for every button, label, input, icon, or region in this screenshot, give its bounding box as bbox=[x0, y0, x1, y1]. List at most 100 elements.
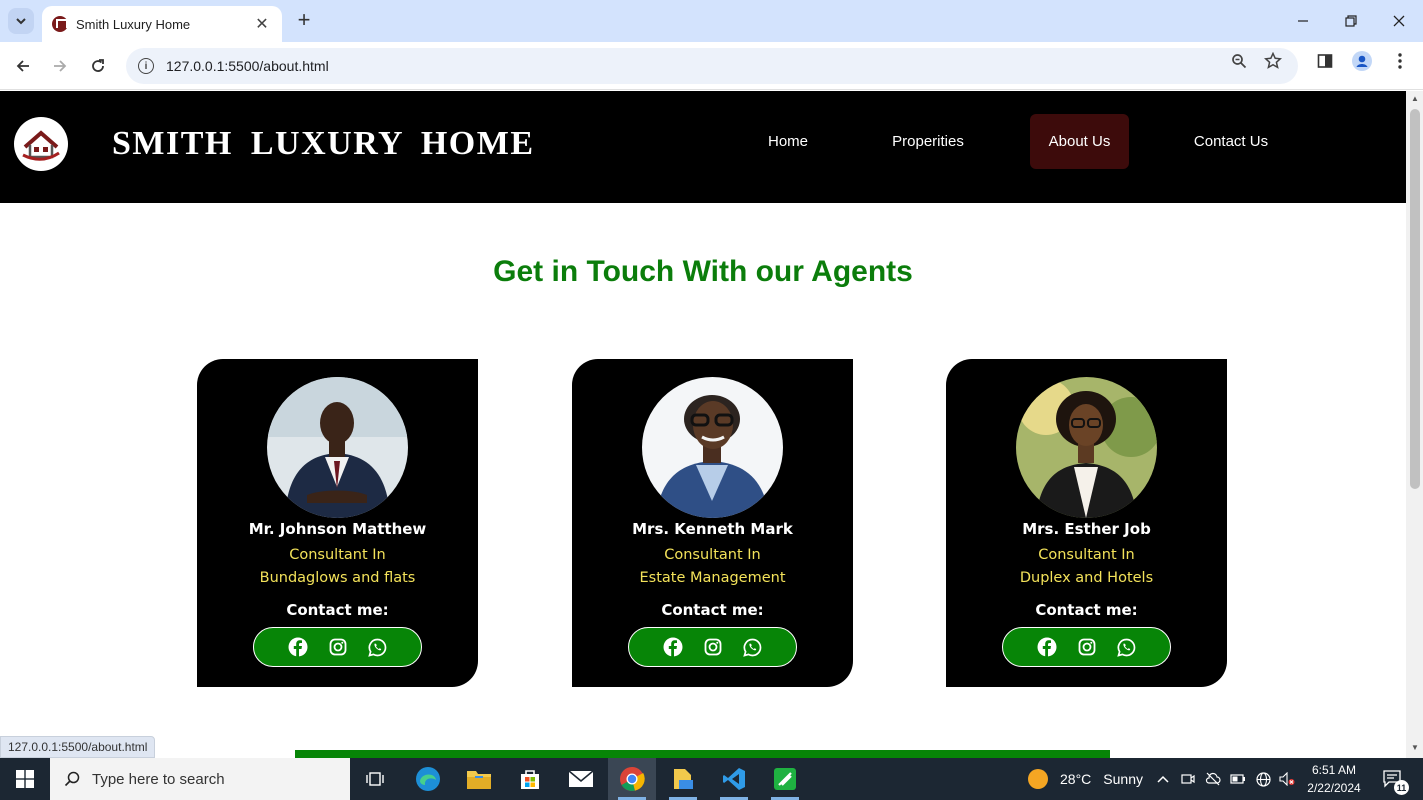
taskbar-clock[interactable]: 6:51 AM 2/22/2024 bbox=[1300, 761, 1368, 797]
meet-now-icon[interactable] bbox=[1178, 758, 1198, 800]
volume-muted-icon[interactable] bbox=[1277, 758, 1297, 800]
cloud-offline-icon[interactable] bbox=[1203, 758, 1223, 800]
whatsapp-icon[interactable] bbox=[743, 637, 763, 657]
restore-button[interactable] bbox=[1327, 0, 1375, 42]
social-links bbox=[628, 627, 797, 667]
taskbar-edge[interactable] bbox=[404, 758, 452, 800]
taskbar-green-app[interactable] bbox=[761, 758, 809, 800]
agent-role-line1: Consultant In bbox=[1038, 547, 1135, 563]
instagram-icon[interactable] bbox=[703, 637, 723, 657]
browser-tabstrip: Smith Luxury Home ✕ + bbox=[0, 0, 1423, 42]
taskbar-mail[interactable] bbox=[557, 758, 605, 800]
site-logo[interactable] bbox=[14, 117, 68, 171]
instagram-icon[interactable] bbox=[328, 637, 348, 657]
address-bar[interactable]: i 127.0.0.1:5500/about.html bbox=[126, 48, 1298, 84]
social-links bbox=[1002, 627, 1171, 667]
close-icon bbox=[1393, 15, 1405, 27]
agent-card: Mrs. Esther Job Consultant In Duplex and… bbox=[946, 359, 1227, 687]
weather-condition: Sunny bbox=[1103, 771, 1143, 787]
page-scrollbar[interactable]: ▲ ▼ bbox=[1406, 91, 1423, 758]
clock-time: 6:51 AM bbox=[1311, 763, 1357, 777]
agent-role: Consultant In Bundaglows and flats bbox=[197, 544, 478, 590]
task-view-button[interactable] bbox=[351, 758, 399, 800]
taskbar-vscode[interactable] bbox=[710, 758, 758, 800]
network-globe-icon[interactable] bbox=[1253, 758, 1273, 800]
instagram-icon[interactable] bbox=[1077, 637, 1097, 657]
reload-icon bbox=[92, 59, 104, 72]
back-button[interactable] bbox=[9, 52, 37, 80]
taskbar-files-app[interactable] bbox=[659, 758, 707, 800]
windows-logo-icon bbox=[16, 770, 34, 788]
nav-about-us[interactable]: About Us bbox=[1030, 114, 1129, 169]
site-header: SMITH LUXURY HOME Home Properities About… bbox=[0, 91, 1406, 203]
whatsapp-icon[interactable] bbox=[1117, 637, 1137, 657]
browser-menu-icon[interactable] bbox=[1389, 50, 1411, 72]
site-favicon-icon bbox=[52, 16, 68, 32]
minimize-button[interactable] bbox=[1279, 0, 1327, 42]
link-status-bubble: 127.0.0.1:5500/about.html bbox=[0, 736, 156, 758]
contact-label: Contact me: bbox=[286, 601, 389, 619]
nav-contact-us[interactable]: Contact Us bbox=[1180, 114, 1282, 169]
new-tab-button[interactable]: + bbox=[292, 9, 316, 33]
whatsapp-icon[interactable] bbox=[368, 637, 388, 657]
store-bag-icon bbox=[521, 770, 539, 789]
edge-icon bbox=[416, 767, 440, 791]
battery-icon[interactable] bbox=[1228, 758, 1248, 800]
side-panel-icon[interactable] bbox=[1314, 50, 1336, 72]
tab-close-icon[interactable]: ✕ bbox=[252, 14, 272, 34]
contact-label: Contact me: bbox=[1035, 601, 1138, 619]
notification-center-button[interactable]: 11 bbox=[1378, 758, 1409, 800]
taskbar-store[interactable] bbox=[506, 758, 554, 800]
arrow-left-icon bbox=[16, 60, 29, 72]
footer-section-top bbox=[295, 750, 1110, 758]
show-hidden-icons[interactable] bbox=[1153, 758, 1173, 800]
agent-role-line2: Duplex and Hotels bbox=[1019, 570, 1154, 586]
arrow-right-icon bbox=[54, 60, 67, 72]
facebook-icon[interactable] bbox=[288, 637, 308, 657]
agent-role-line2: Bundaglows and flats bbox=[259, 570, 416, 586]
site-info-icon[interactable]: i bbox=[138, 58, 154, 74]
agent-role-line2: Estate Management bbox=[639, 570, 786, 586]
document-folder-icon bbox=[674, 769, 693, 789]
site-brand-title: SMITH LUXURY HOME bbox=[112, 125, 535, 162]
close-window-button[interactable] bbox=[1375, 0, 1423, 42]
forward-button[interactable] bbox=[46, 52, 74, 80]
zoom-icon[interactable] bbox=[1228, 50, 1250, 72]
tab-title: Smith Luxury Home bbox=[76, 16, 191, 32]
profile-avatar-icon[interactable] bbox=[1351, 50, 1373, 72]
facebook-icon[interactable] bbox=[1037, 637, 1057, 657]
minimize-icon bbox=[1298, 20, 1308, 22]
agent-photo bbox=[642, 377, 783, 518]
scrollbar-thumb[interactable] bbox=[1410, 109, 1420, 489]
restore-icon bbox=[1345, 15, 1357, 27]
weather-temperature: 28°C bbox=[1060, 771, 1092, 787]
mail-icon bbox=[568, 770, 594, 787]
start-button[interactable] bbox=[0, 758, 50, 800]
bookmark-star-icon[interactable] bbox=[1262, 50, 1284, 72]
scroll-down-icon[interactable]: ▼ bbox=[1410, 743, 1420, 753]
windows-taskbar: Type here to search 28°C Sunny 6:51 AM 2… bbox=[0, 758, 1423, 800]
house-logo-icon bbox=[22, 130, 60, 161]
taskbar-chrome[interactable] bbox=[608, 758, 656, 800]
taskbar-file-explorer[interactable] bbox=[455, 758, 503, 800]
page-viewport: SMITH LUXURY HOME Home Properities About… bbox=[0, 91, 1406, 758]
browser-tab[interactable]: Smith Luxury Home ✕ bbox=[42, 6, 282, 42]
scroll-up-icon[interactable]: ▲ bbox=[1410, 94, 1420, 104]
weather-widget[interactable]: 28°C Sunny bbox=[1028, 758, 1143, 800]
facebook-icon[interactable] bbox=[663, 637, 683, 657]
social-links bbox=[253, 627, 422, 667]
sun-icon bbox=[1028, 769, 1048, 789]
taskbar-search-placeholder: Type here to search bbox=[92, 770, 225, 788]
nav-properties[interactable]: Properities bbox=[876, 114, 980, 169]
folder-icon bbox=[467, 771, 491, 789]
contact-label: Contact me: bbox=[661, 601, 764, 619]
agent-name: Mr. Johnson Matthew bbox=[248, 520, 427, 538]
agent-photo bbox=[267, 377, 408, 518]
agent-role-line1: Consultant In bbox=[664, 547, 761, 563]
taskbar-search-box[interactable]: Type here to search bbox=[50, 758, 350, 800]
tab-search-button[interactable] bbox=[8, 8, 34, 34]
agent-card: Mrs. Kenneth Mark Consultant In Estate M… bbox=[572, 359, 853, 687]
nav-home[interactable]: Home bbox=[752, 114, 824, 169]
reload-button[interactable] bbox=[84, 52, 112, 80]
agent-role-line1: Consultant In bbox=[289, 547, 386, 563]
